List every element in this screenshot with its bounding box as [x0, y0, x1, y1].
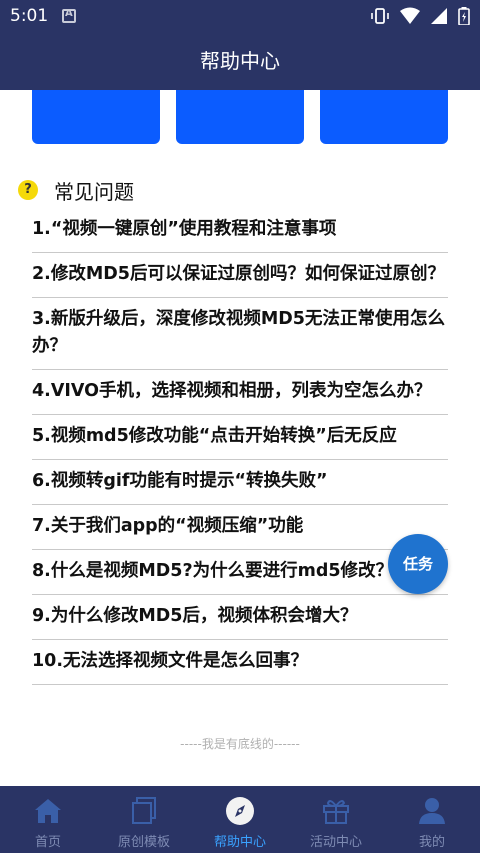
tab-home[interactable]: 首页 — [0, 786, 96, 853]
layers-icon — [132, 797, 156, 824]
faq-list: 1.“视频一键原创”使用教程和注意事项 2.修改MD5后可以保证过原创吗？如何保… — [32, 208, 448, 685]
compass-icon — [226, 797, 254, 825]
faq-item[interactable]: 9.为什么修改MD5后，视频体积会增大？ — [32, 595, 448, 640]
task-button[interactable]: 任务 — [388, 534, 448, 594]
feature-tile[interactable] — [176, 90, 304, 144]
tab-templates-label: 原创模板 — [117, 835, 170, 850]
notification-icon — [62, 8, 76, 23]
tab-mine[interactable]: 我的 — [384, 786, 480, 853]
faq-section-title: 常见问题 — [54, 179, 134, 204]
signal-icon — [431, 8, 447, 24]
vibrate-icon — [371, 8, 389, 24]
faq-item[interactable]: 7.关于我们app的“视频压缩”功能 — [32, 505, 448, 550]
status-bar: 5:01 — [0, 0, 480, 32]
status-icons — [370, 7, 470, 25]
tab-events-label: 活动中心 — [309, 835, 362, 850]
tab-help[interactable]: 帮助中心 — [192, 786, 288, 853]
tab-home-label: 首页 — [34, 835, 61, 850]
battery-icon — [458, 7, 470, 25]
tab-events[interactable]: 活动中心 — [288, 786, 384, 853]
feature-tile[interactable] — [32, 90, 160, 144]
tab-templates[interactable]: 原创模板 — [96, 786, 192, 853]
feature-tile[interactable] — [320, 90, 448, 144]
tab-help-label: 帮助中心 — [213, 835, 266, 850]
faq-item[interactable]: 4.VIVO手机，选择视频和相册，列表为空怎么办？ — [32, 370, 448, 415]
end-of-list-note: -----我是有底线的------ — [180, 737, 300, 751]
faq-item[interactable]: 1.“视频一键原创”使用教程和注意事项 — [32, 208, 448, 253]
faq-item[interactable]: 3.新版升级后，深度修改视频MD5无法正常使用怎么办？ — [32, 298, 448, 370]
faq-item[interactable]: 2.修改MD5后可以保证过原创吗？如何保证过原创？ — [32, 253, 448, 298]
feature-tiles — [32, 90, 448, 144]
status-time: 5:01 — [10, 6, 49, 26]
home-icon — [35, 799, 61, 823]
wifi-icon — [400, 7, 420, 24]
help-content: ? 常见问题 1.“视频一键原创”使用教程和注意事项 2.修改MD5后可以保证过… — [0, 90, 480, 786]
bottom-tab-bar: 首页 原创模板 帮助中心 活动中心 我的 — [0, 786, 480, 853]
faq-item[interactable]: 8.什么是视频MD5?为什么要进行md5修改？ — [32, 550, 448, 595]
faq-item[interactable]: 6.视频转gif功能有时提示“转换失败” — [32, 460, 448, 505]
user-icon — [419, 798, 445, 824]
faq-item[interactable]: 10.无法选择视频文件是怎么回事？ — [32, 640, 448, 685]
faq-item[interactable]: 5.视频md5修改功能“点击开始转换”后无反应 — [32, 415, 448, 460]
page-title: 帮助中心 — [0, 32, 480, 90]
faq-section-header: ? 常见问题 — [18, 176, 134, 204]
question-icon: ? — [18, 180, 38, 200]
gift-icon — [323, 800, 349, 824]
tab-mine-label: 我的 — [418, 835, 445, 850]
